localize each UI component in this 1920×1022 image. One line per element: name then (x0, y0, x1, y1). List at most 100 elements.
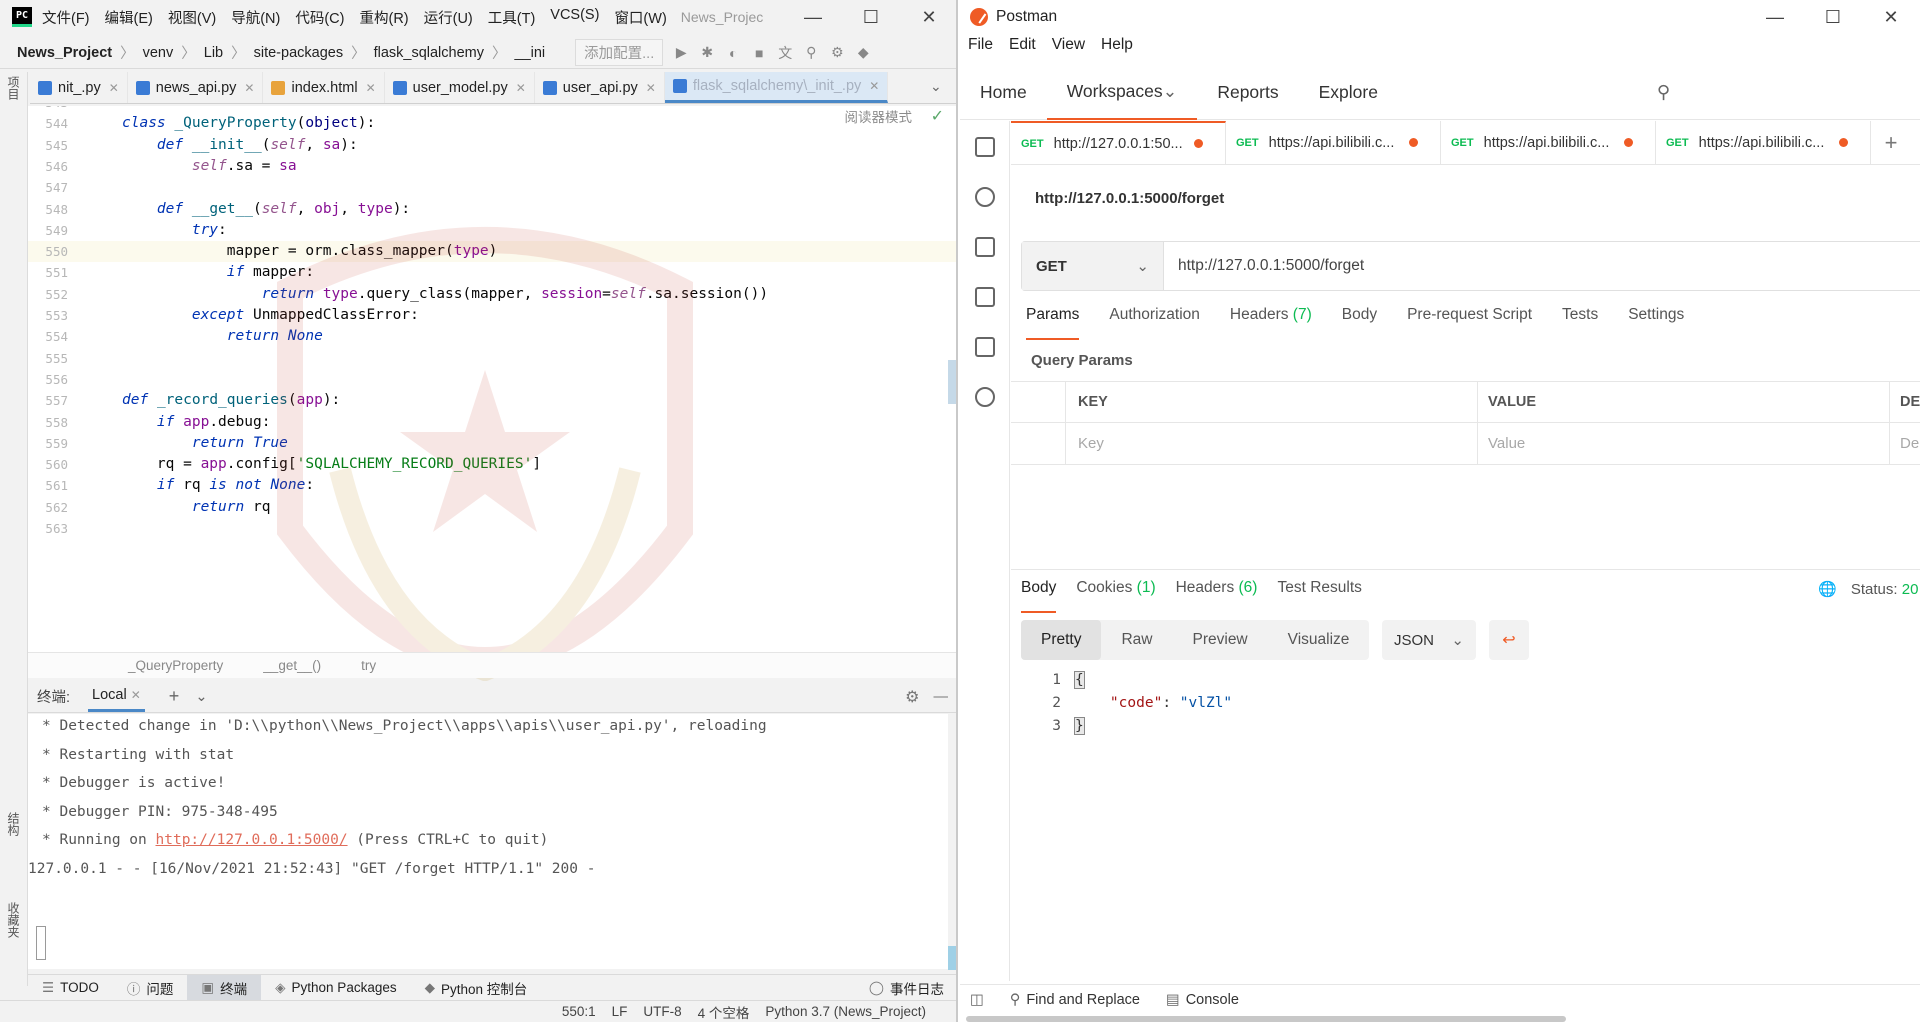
monitors-icon[interactable] (975, 337, 995, 357)
nav-explore[interactable]: Explore (1299, 66, 1398, 120)
close-icon[interactable]: ✕ (244, 81, 254, 95)
footer-find-and-replace[interactable]: ⚲ Find and Replace (1010, 992, 1140, 1008)
hide-panel-icon[interactable]: — (934, 689, 949, 705)
tabs-overflow-chevron-icon[interactable]: ⌄ (930, 78, 942, 95)
debug-icon[interactable]: ✱ (699, 44, 715, 61)
ide-menu-item[interactable]: 文件(F) (42, 7, 90, 28)
tab-body[interactable]: Body (1342, 306, 1377, 340)
maximize-icon[interactable]: ☐ (842, 0, 900, 34)
close-icon[interactable]: ✕ (869, 79, 879, 93)
ide-menu-item[interactable]: 重构(R) (359, 7, 408, 28)
ide-menu-item[interactable]: 导航(N) (231, 7, 280, 28)
python-interpreter[interactable]: Python 3.7 (News_Project) (765, 1004, 926, 1019)
view-mode-preview[interactable]: Preview (1173, 620, 1268, 660)
terminal-tab-local[interactable]: Local ✕ (88, 681, 145, 712)
close-icon[interactable]: ✕ (131, 688, 141, 702)
globe-icon[interactable]: 🌐 (1818, 581, 1837, 598)
project-tool-label[interactable]: 项目 (5, 76, 22, 100)
editor-tab[interactable]: flask_sqlalchemy\_init_.py ✕ (664, 72, 889, 103)
tab-pre-request-script[interactable]: Pre-request Script (1407, 306, 1532, 340)
response-divider[interactable] (1011, 569, 1920, 570)
response-tab-body[interactable]: Body (1021, 579, 1057, 613)
favorites-tool-label[interactable]: 收藏夹 (5, 902, 22, 938)
postman-menu-item[interactable]: File (968, 36, 993, 62)
breadcrumb-item[interactable]: flask_sqlalchemy (366, 45, 492, 61)
response-tab-headers[interactable]: Headers (6) (1176, 579, 1258, 613)
editor-tab[interactable]: news_api.py ✕ (128, 72, 264, 103)
ide-menu-item[interactable]: 视图(V) (168, 7, 216, 28)
ide-menu-item[interactable]: 编辑(E) (105, 7, 153, 28)
close-icon[interactable]: ✕ (109, 81, 119, 95)
horizontal-scrollbar[interactable] (966, 1016, 1566, 1022)
tab-params[interactable]: Params (1026, 306, 1080, 340)
ide-menu-item[interactable]: 窗口(W) (614, 7, 666, 28)
mock-servers-icon[interactable] (975, 287, 995, 307)
coverage-icon[interactable]: ◐ (725, 45, 741, 61)
view-mode-pretty[interactable]: Pretty (1021, 620, 1102, 660)
search-icon[interactable]: ⚲ (803, 44, 819, 61)
tool-window-button[interactable]: ◯ 事件日志 (855, 975, 956, 1001)
request-tab[interactable]: GET https://api.bilibili.c... (1441, 121, 1656, 164)
editor-tab[interactable]: user_model.py ✕ (385, 72, 535, 103)
ide-menu-item[interactable]: 代码(C) (295, 7, 344, 28)
structure-tool-label[interactable]: 结构 (5, 812, 22, 836)
translate-icon[interactable]: 文 (777, 45, 793, 61)
nav-home[interactable]: Home (960, 66, 1047, 120)
code-editor[interactable]: 阅读器模式 ✓ 543544class _QueryProperty(objec… (28, 106, 956, 652)
nav-workspaces[interactable]: Workspaces ⌄ (1046, 66, 1198, 120)
ide-menu-item[interactable]: VCS(S) (550, 7, 599, 28)
minimize-icon[interactable]: — (784, 0, 842, 34)
caret-position[interactable]: 550:1 (562, 1004, 596, 1019)
gear-icon[interactable]: ⚙ (905, 687, 919, 707)
search-icon[interactable]: ⚲ (1657, 82, 1670, 103)
wrap-lines-icon[interactable]: ↩ (1489, 620, 1529, 660)
postman-menu-item[interactable]: Edit (1009, 36, 1036, 62)
indent-setting[interactable]: 4 个空格 (698, 1002, 750, 1022)
tool-window-button[interactable]: ◆ Python 控制台 (411, 975, 542, 1001)
format-select[interactable]: JSON ⌄ (1382, 620, 1476, 660)
close-icon[interactable]: ✕ (646, 81, 656, 95)
editor-crumb[interactable]: __get__() (263, 658, 321, 673)
close-icon[interactable]: ✕ (1862, 0, 1920, 34)
ide-menu-item[interactable]: 运行(U) (424, 7, 473, 28)
view-mode-raw[interactable]: Raw (1101, 620, 1172, 660)
server-url-link[interactable]: http://127.0.0.1:5000/ (156, 832, 348, 848)
file-encoding[interactable]: UTF-8 (643, 1004, 681, 1019)
gear-icon[interactable]: ⚙ (829, 44, 845, 61)
breadcrumb-item[interactable]: __ini (507, 45, 554, 61)
tab-headers[interactable]: Headers (7) (1230, 306, 1312, 340)
editor-tab[interactable]: index.html ✕ (263, 72, 385, 103)
editor-scrollbar[interactable] (948, 360, 956, 404)
footer-console[interactable]: ▤ Console (1166, 992, 1239, 1008)
request-tab[interactable]: GET http://127.0.0.1:50... (1011, 121, 1226, 164)
new-tab-icon[interactable]: + (1871, 121, 1911, 164)
stop-icon[interactable]: ■ (751, 45, 767, 61)
chevron-down-icon[interactable]: ⌄ (195, 689, 207, 705)
line-separator[interactable]: LF (612, 1004, 628, 1019)
tab-tests[interactable]: Tests (1562, 306, 1598, 340)
tool-window-button[interactable]: ⓘ 问题 (113, 975, 188, 1001)
minimize-icon[interactable]: — (1746, 0, 1804, 34)
sidebar-toggle-icon[interactable]: ◫ (970, 992, 984, 1008)
request-name[interactable]: http://127.0.0.1:5000/forget (1035, 190, 1224, 207)
close-icon[interactable]: ✕ (366, 81, 376, 95)
response-tab-test-results[interactable]: Test Results (1277, 579, 1361, 613)
add-configuration-button[interactable]: 添加配置... (575, 39, 664, 66)
editor-crumb[interactable]: try (361, 658, 376, 673)
editor-tab[interactable]: nit_.py ✕ (30, 72, 128, 103)
request-tab[interactable]: GET https://api.bilibili.c... (1656, 121, 1871, 164)
close-icon[interactable]: ✕ (516, 81, 526, 95)
tool-window-button[interactable]: ◈ Python Packages (261, 975, 410, 1001)
history-icon[interactable] (975, 387, 995, 407)
tool-window-button[interactable]: ☰ TODO (28, 975, 113, 1001)
editor-tab[interactable]: user_api.py ✕ (535, 72, 665, 103)
view-mode-visualize[interactable]: Visualize (1268, 620, 1370, 660)
row-checkbox[interactable] (1011, 423, 1066, 464)
apis-icon[interactable] (975, 187, 995, 207)
tab-authorization[interactable]: Authorization (1109, 306, 1199, 340)
postman-menu-item[interactable]: Help (1101, 36, 1133, 62)
breadcrumb-item[interactable]: site-packages (246, 45, 351, 61)
method-select[interactable]: GET ⌄ (1022, 242, 1164, 290)
nav-reports[interactable]: Reports (1197, 66, 1298, 120)
add-terminal-icon[interactable]: + (169, 686, 180, 707)
